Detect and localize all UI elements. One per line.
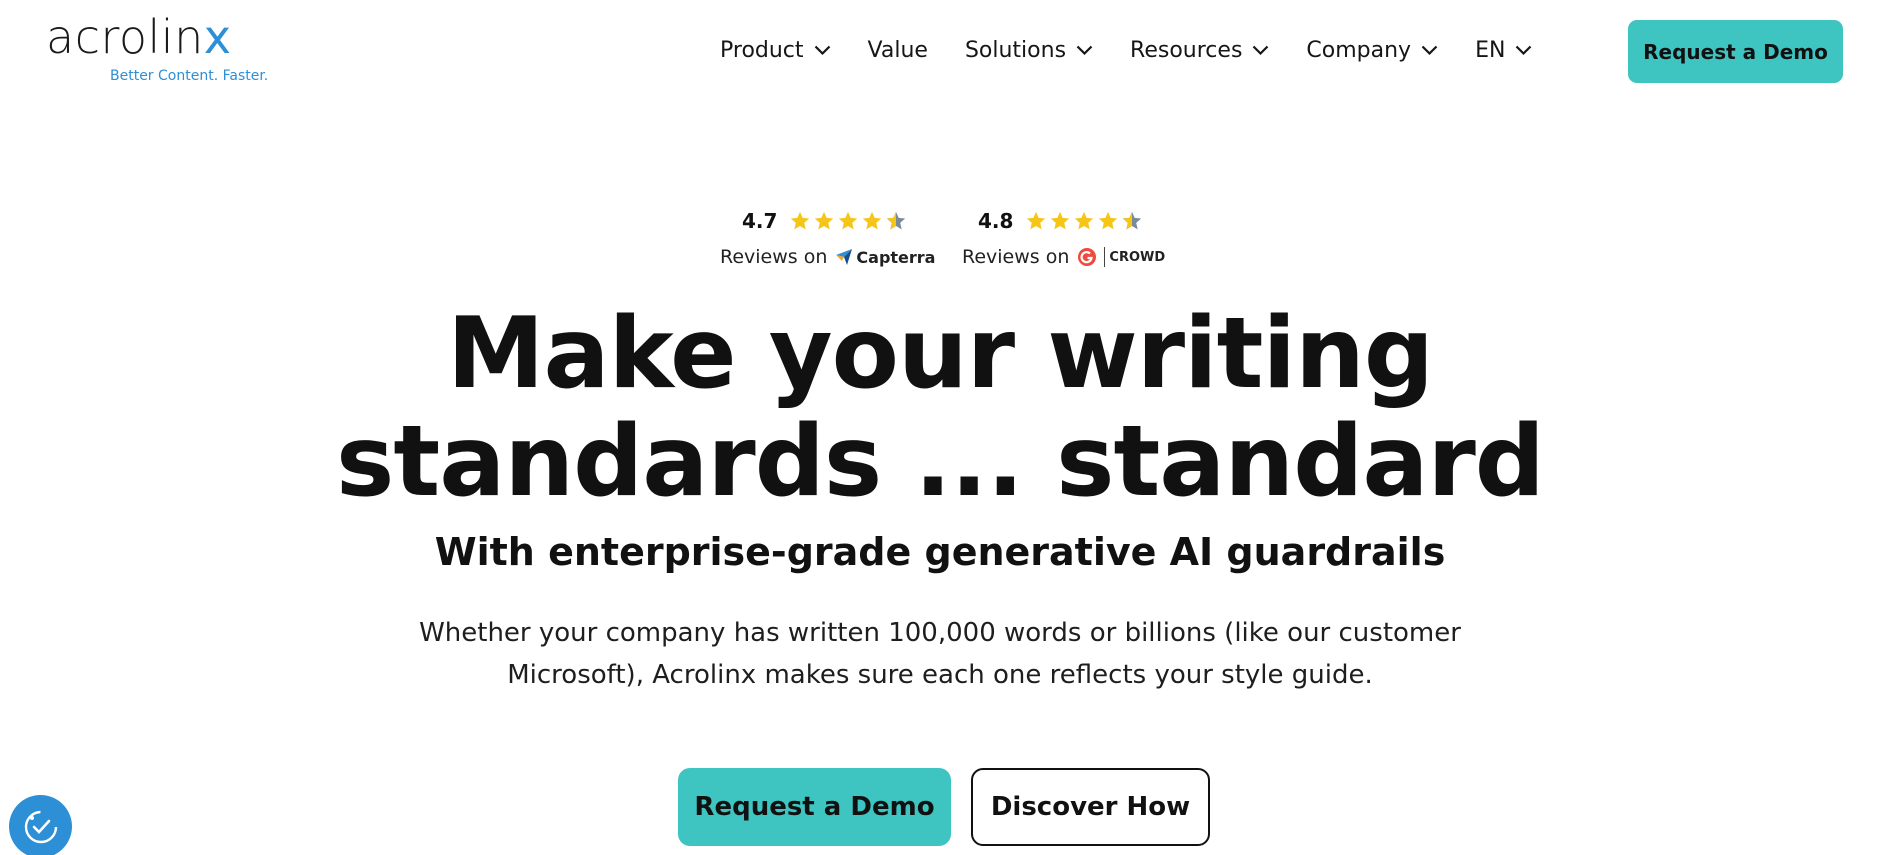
star-icon [815,211,834,230]
site-header: acrolinx Better Content. Faster. Product… [0,0,1880,100]
nav-item-company[interactable]: Company [1306,38,1438,63]
star-icon [1099,211,1118,230]
accessibility-icon [24,810,57,843]
g2-rating[interactable]: 4.8 Reviews on CROWD [962,206,1165,276]
g2-crowd-logo: CROWD [1077,247,1165,267]
nav-item-label: Company [1306,37,1412,63]
chevron-down-icon [1252,45,1269,56]
rating-score: 4.8 [978,209,1014,233]
chevron-down-icon [1515,45,1532,56]
nav-item-label: EN [1475,37,1506,63]
star-rating [1025,210,1145,232]
nav-item-resources[interactable]: Resources [1130,38,1269,63]
nav-item-label: Value [867,37,928,63]
hero-title-line-2: standards ... standard [336,405,1545,519]
main-nav: Product Value Solutions Resources Compan… [720,30,1569,70]
hero-cta-group: Request a Demo Discover How [678,768,1210,846]
hero-title-line-1: Make your writing [446,297,1434,411]
logo-tagline: Better Content. Faster. [110,68,269,84]
half-star-icon [1123,211,1142,230]
star-rating [789,210,909,232]
star-icon [1027,211,1046,230]
star-icon [839,211,858,230]
capterra-rating[interactable]: 4.7 Reviews on Capterra [720,206,935,276]
hero-subtitle: With enterprise-grade generative AI guar… [434,530,1446,574]
g2-icon [1078,248,1097,266]
chevron-down-icon [814,45,831,56]
hero-title: Make your writing standards ... standard [0,300,1880,516]
capterra-logo: Capterra [835,248,935,267]
logo-divider [1104,247,1106,267]
reviews-on-label: Reviews on [720,246,828,268]
star-icon [863,211,882,230]
chevron-down-icon [1421,45,1438,56]
star-icon [1075,211,1094,230]
request-demo-cta-button[interactable]: Request a Demo [678,768,951,846]
logo-wordmark: acrolinx [46,10,232,64]
nav-item-product[interactable]: Product [720,38,831,63]
nav-item-label: Resources [1130,37,1243,63]
chevron-down-icon [1076,45,1093,56]
nav-item-language[interactable]: EN [1475,38,1532,63]
rating-score: 4.7 [742,209,778,233]
reviews-on-label: Reviews on [962,246,1070,268]
hero-description-line-2: Microsoft), Acrolinx makes sure each one… [507,660,1373,690]
ratings-section: 4.7 Reviews on Capterra 4.8 Reviews on C… [720,206,1165,276]
acrolinx-logo[interactable]: acrolinx Better Content. Faster. [46,14,268,88]
nav-item-label: Product [720,37,804,63]
discover-how-button[interactable]: Discover How [971,768,1210,846]
nav-item-label: Solutions [964,37,1067,63]
star-icon [791,211,810,230]
hero-description: Whether your company has written 100,000… [390,612,1490,696]
request-demo-button[interactable]: Request a Demo [1628,20,1843,83]
nav-item-value[interactable]: Value [868,38,928,63]
star-icon [1051,211,1070,230]
accessibility-button[interactable] [9,795,72,855]
nav-item-solutions[interactable]: Solutions [965,38,1093,63]
hero-description-line-1: Whether your company has written 100,000… [419,618,1461,648]
capterra-icon [836,249,853,265]
half-star-icon [887,211,906,230]
